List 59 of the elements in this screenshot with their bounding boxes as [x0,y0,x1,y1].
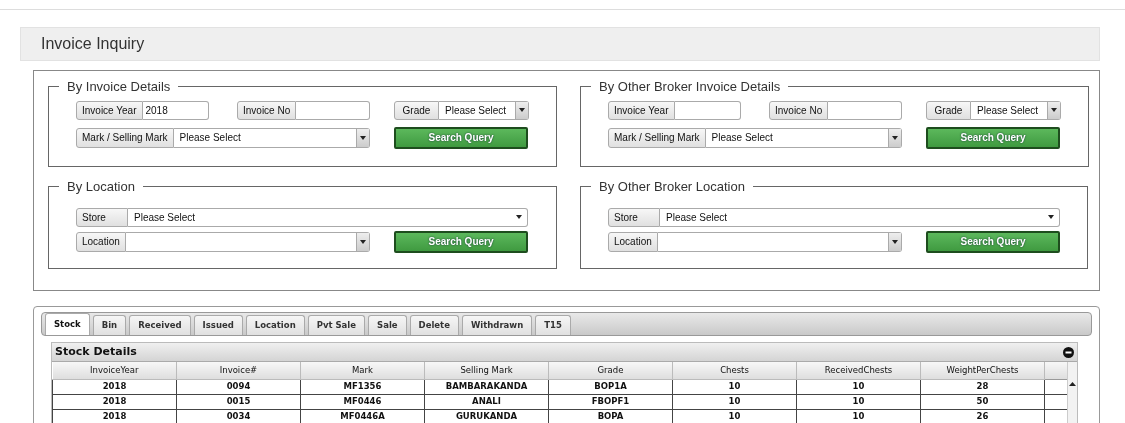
collapse-icon[interactable] [1063,346,1074,358]
tab[interactable]: Withdrawn [461,315,533,335]
column-header[interactable]: Selling Mark [424,362,549,379]
dropdown[interactable]: Please Select [128,207,528,227]
caret-icon [519,108,525,112]
tab[interactable]: Delete [409,315,459,335]
panel-legend: By Invoice Details [59,77,179,97]
column-header[interactable]: Grade [548,362,673,379]
field-label: Grade [394,100,439,120]
caret-icon [1048,215,1054,219]
column-header[interactable]: Invoice# [176,362,301,379]
tab[interactable]: Stock [45,313,90,335]
field-label: Store [608,207,660,227]
column-header[interactable]: Chests [672,362,797,379]
caret-icon [1051,108,1057,112]
dropdown[interactable] [125,231,370,252]
field-label: Invoice No [237,100,297,120]
dropdown[interactable]: Please Select [173,127,370,148]
field-label: Store [76,207,128,227]
caret-icon [360,239,366,244]
input-field[interactable]: 2018 [142,100,209,120]
table-title: Stock Details [55,343,137,360]
dropdown[interactable]: Please Select [971,100,1061,120]
tab[interactable]: Sale [368,315,407,335]
tab[interactable]: Bin [92,315,127,335]
column-header[interactable]: WeightPerChests [920,362,1045,379]
tab[interactable]: Pvt Sale [307,315,366,335]
dropdown[interactable]: Please Select [705,127,902,148]
field-label: Location [76,231,126,252]
field-label: Invoice No [769,100,829,120]
caret-icon [516,215,522,219]
field-label: Grade [926,100,971,120]
column-header[interactable]: Mark [300,362,425,379]
panel-legend: By Other Broker Invoice Details [591,77,789,97]
field-label: Invoice Year [608,100,675,120]
panel-legend: By Location [59,177,143,197]
dropdown[interactable] [657,231,902,252]
scroll-up-icon[interactable] [1068,382,1076,386]
tab[interactable]: Received [129,315,191,335]
tab[interactable]: T15 [535,315,571,335]
field-label: Invoice Year [76,100,143,120]
field-label: Location [608,231,658,252]
tab[interactable]: Location [245,315,305,335]
scroll-bar[interactable] [1066,362,1077,423]
caret-icon [892,239,898,244]
dropdown[interactable]: Please Select [660,207,1060,227]
input-field[interactable] [674,100,741,120]
column-header[interactable]: ReceivedChests [796,362,921,379]
tab[interactable]: Issued [193,315,243,335]
caret-icon [360,135,366,140]
dropdown[interactable]: Please Select [439,100,529,120]
column-header[interactable]: InvoiceYear [52,362,177,379]
caret-icon [892,135,898,140]
input-field[interactable] [296,100,370,120]
field-label: Mark / Selling Mark [608,127,706,148]
page-title: Invoice Inquiry [20,27,1100,61]
input-field[interactable] [828,100,902,120]
field-label: Mark / Selling Mark [76,127,174,148]
panel-legend: By Other Broker Location [591,177,753,197]
